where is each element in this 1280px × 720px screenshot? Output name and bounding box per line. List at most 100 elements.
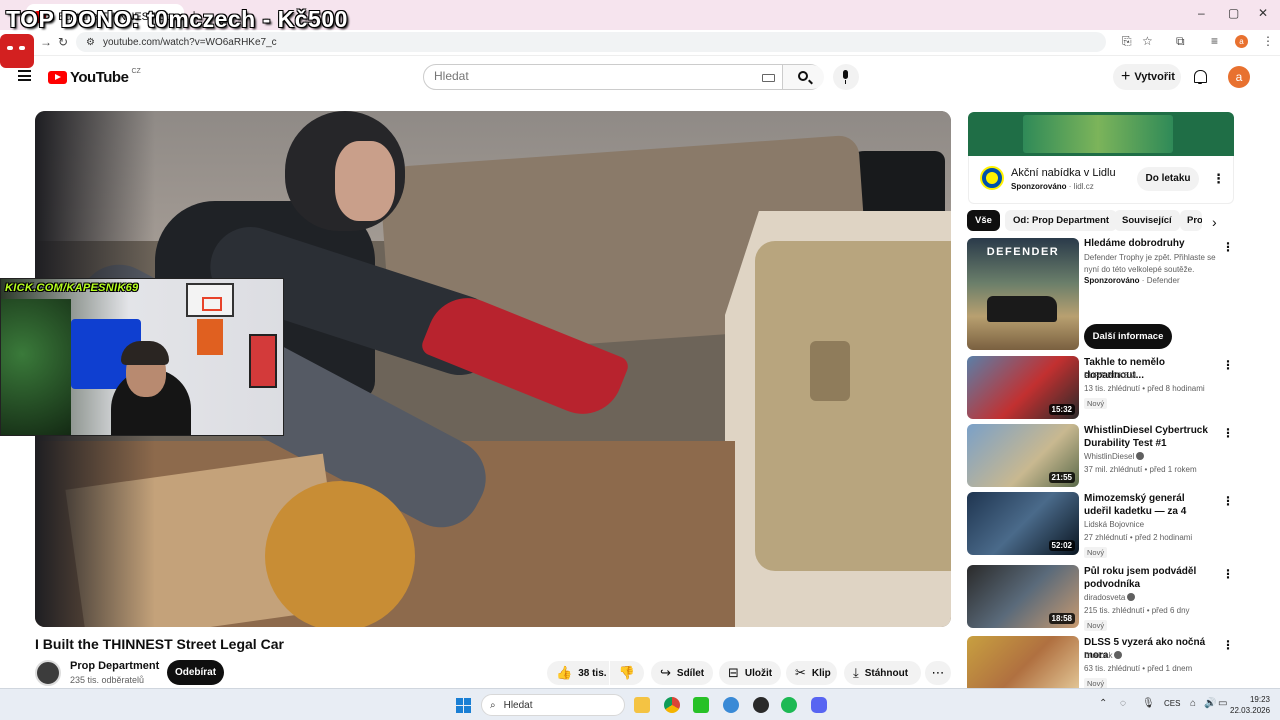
recommendation-more-icon[interactable]: ⋮ (1222, 494, 1234, 508)
address-bar-row: → ↻ ⚙ youtube.com/watch?v=WO6aRHKe7_c ⎘ … (0, 30, 1280, 56)
forward-icon[interactable]: → (40, 35, 52, 49)
search-input[interactable] (434, 69, 754, 83)
ad-banner-image[interactable] (968, 112, 1234, 156)
recommendation-thumbnail[interactable]: 15:32 (967, 356, 1079, 419)
tray-mic-icon[interactable]: 🎙 (1142, 698, 1155, 709)
install-app-icon[interactable]: ⎘ (1122, 34, 1132, 49)
chip-related[interactable]: Související (1114, 210, 1180, 231)
voice-search-mic-icon[interactable] (833, 64, 859, 90)
recommendation-thumbnail[interactable]: 52:02 (967, 492, 1079, 555)
chip-from-channel[interactable]: Od: Prop Department (1005, 210, 1118, 231)
recommendation-item[interactable]: 18:58 Půl roku jsem podváděl podvodníka di… (967, 565, 1235, 631)
recommendation-channel[interactable]: FURT BOKEM (1084, 371, 1136, 380)
channel-avatar[interactable] (35, 660, 61, 686)
youtube-logo-word: YouTube (70, 69, 129, 86)
ad-more-icon[interactable]: ⋮ (1212, 171, 1225, 187)
ad-title[interactable]: Akční nabídka v Lidlu (1011, 167, 1116, 179)
ad-card[interactable]: Akční nabídka v Lidlu Sponzorováno · lid… (968, 156, 1234, 204)
chips-next-chevron-icon[interactable]: › (1212, 214, 1217, 230)
file-explorer-icon[interactable] (634, 697, 650, 713)
browser-profile-avatar[interactable]: a (1235, 35, 1248, 48)
recommendation-item[interactable]: 15:32 Takhle to nemělo dopadnout... FURT B… (967, 356, 1235, 422)
thumbs-up-icon: 👍 (556, 665, 573, 680)
clock-time: 19:23 (1249, 695, 1270, 704)
share-button[interactable]: ↪ Sdílet (651, 661, 713, 685)
chip-all[interactable]: Vše (967, 210, 1000, 231)
recommendation-title[interactable]: Mimozemský generál udeřil kadetku — za 4… (1084, 492, 1214, 518)
ad-cta-button[interactable]: Do letaku (1137, 167, 1199, 191)
chrome-icon[interactable] (664, 697, 680, 713)
ad-domain: lidl.cz (1073, 182, 1094, 191)
video-duration: 21:55 (1048, 472, 1075, 483)
sponsored-cta-button[interactable]: Další informace (1084, 324, 1172, 349)
recommendation-more-icon[interactable]: ⋮ (1222, 638, 1234, 652)
close-window-icon[interactable]: ✕ (1258, 6, 1268, 20)
new-badge: Nový (1084, 398, 1108, 409)
tray-app-icon[interactable]: ◌ (1120, 698, 1126, 709)
recommendation-thumbnail[interactable]: 18:58 (967, 565, 1079, 628)
recommendation-channel[interactable]: Duklock (1084, 651, 1123, 660)
account-avatar[interactable]: a (1228, 66, 1250, 88)
clip-button[interactable]: ✂ Klip (786, 661, 837, 685)
clock[interactable]: 19:23 22.03.2026 (1230, 694, 1270, 716)
sponsored-description: Defender Trophy je zpět. Přihlaste se ny… (1084, 253, 1216, 274)
reload-icon[interactable]: ↻ (58, 35, 68, 49)
recommendation-title[interactable]: WhistlinDiesel Cybertruck Durability Tes… (1084, 424, 1214, 450)
minimize-icon[interactable]: – (1198, 6, 1205, 20)
recommendation-channel[interactable]: Lidská Bojovnice (1084, 520, 1144, 529)
youtube-logo[interactable]: YouTube CZ (48, 68, 141, 86)
recommendation-more-icon[interactable]: ⋮ (1222, 567, 1234, 581)
channel-name[interactable]: Prop Department (70, 660, 159, 672)
subscribe-button[interactable]: Odebírat (167, 660, 224, 685)
site-info-icon[interactable]: ⚙ (86, 37, 95, 48)
browser-menu-icon[interactable]: ⋮ (1262, 34, 1274, 48)
obs-icon[interactable] (753, 697, 769, 713)
recommendation-channel[interactable]: WhistlinDiesel (1084, 452, 1145, 461)
tray-battery-icon[interactable]: ▭ (1218, 698, 1227, 709)
recommendation-title[interactable]: Půl roku jsem podváděl podvodníka (1084, 565, 1214, 591)
recommendation-more-icon[interactable]: ⋮ (1222, 426, 1234, 440)
recommendation-channel[interactable]: diradosveta (1084, 593, 1136, 602)
save-button[interactable]: ⊟ Uložit (719, 661, 781, 685)
download-button[interactable]: ⤓ Stáhnout (844, 661, 921, 685)
recommendation-item[interactable]: 52:02 Mimozemský generál udeřil kadetku —… (967, 492, 1235, 558)
create-button[interactable]: + Vytvořit (1113, 64, 1181, 90)
sponsored-thumbnail[interactable]: DEFENDER (967, 238, 1079, 350)
media-control-icon[interactable]: ≡ (1211, 34, 1218, 48)
app-icon[interactable] (723, 697, 739, 713)
verified-icon (1114, 651, 1123, 659)
more-actions-button[interactable]: ⋯ (925, 661, 951, 685)
chip-for-you[interactable]: Pro vás (1180, 210, 1202, 231)
windows-start-icon[interactable] (456, 698, 471, 713)
like-button[interactable]: 👍 38 tis. (547, 661, 609, 685)
recommendation-more-icon[interactable]: ⋮ (1222, 358, 1234, 372)
search-button[interactable] (782, 65, 824, 89)
video-title: I Built the THINNEST Street Legal Car (35, 636, 284, 652)
green-app-icon[interactable] (693, 697, 709, 713)
sponsored-video-card[interactable]: DEFENDER Hledáme dobrodruhy Defender Tro… (967, 238, 1235, 350)
tray-chevron-icon[interactable]: ⌃ (1099, 698, 1107, 709)
recommendation-thumbnail[interactable]: 21:55 (967, 424, 1079, 487)
omnibox[interactable]: ⚙ youtube.com/watch?v=WO6aRHKe7_c (76, 32, 1106, 52)
input-language[interactable]: CES (1164, 699, 1180, 708)
ad-banner-artwork (1023, 115, 1173, 153)
webcam-poster (249, 334, 277, 388)
sponsored-title[interactable]: Hledáme dobrodruhy (1084, 238, 1185, 249)
keyboard-icon[interactable] (762, 74, 775, 82)
dislike-button[interactable]: 👎 (610, 661, 644, 685)
maximize-icon[interactable]: ▢ (1228, 6, 1239, 20)
extensions-icon[interactable]: ⧉ (1176, 34, 1185, 49)
new-badge: Nový (1084, 620, 1108, 631)
discord-icon[interactable] (811, 697, 827, 713)
menu-hamburger-icon[interactable] (18, 70, 31, 81)
taskbar-search[interactable]: ⌕ Hledat (481, 694, 625, 716)
url-text[interactable]: youtube.com/watch?v=WO6aRHKe7_c (103, 37, 277, 48)
sponsored-more-icon[interactable]: ⋮ (1222, 240, 1234, 254)
recommendation-item[interactable]: 21:55 WhistlinDiesel Cybertruck Durabilit… (967, 424, 1235, 490)
bookmark-star-icon[interactable]: ☆ (1142, 34, 1153, 48)
spotify-icon[interactable] (781, 697, 797, 713)
plus-icon: + (1121, 68, 1131, 85)
tray-network-icon[interactable]: ⌂ (1190, 698, 1196, 709)
notifications-bell-icon[interactable] (1193, 70, 1207, 84)
tray-volume-icon[interactable]: 🔊 (1204, 698, 1216, 709)
